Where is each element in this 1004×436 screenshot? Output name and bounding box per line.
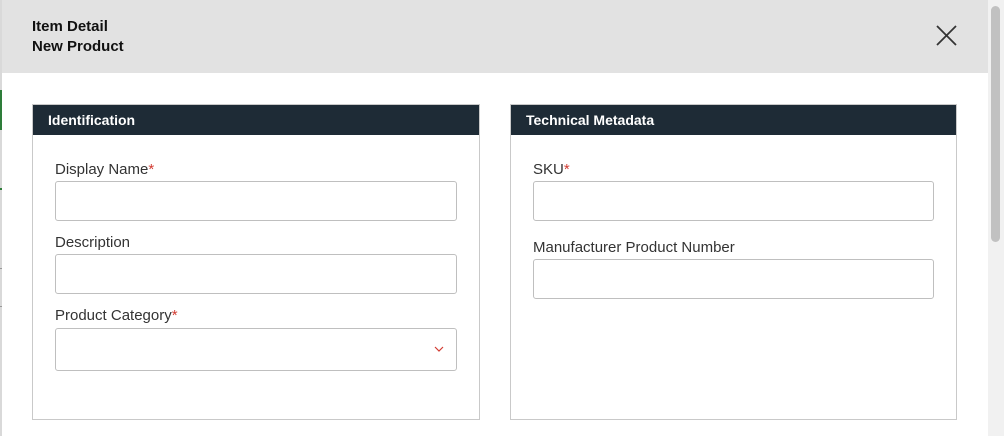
display-name-label: Display Name* (55, 161, 154, 178)
required-marker: * (563, 161, 570, 178)
manufacturer-product-number-input[interactable] (533, 259, 934, 299)
modal-subtitle: New Product (32, 38, 124, 55)
modal-title: Item Detail (32, 18, 108, 35)
close-icon (936, 25, 957, 46)
identification-panel: Identification Display Name* Description… (32, 104, 480, 420)
description-input[interactable] (55, 254, 457, 294)
modal-header: Item Detail New Product (2, 0, 988, 73)
display-name-input[interactable] (55, 181, 457, 221)
scrollbar-thumb[interactable] (991, 6, 1000, 242)
manufacturer-product-number-label: Manufacturer Product Number (533, 239, 735, 256)
required-marker: * (148, 161, 155, 178)
sku-label: SKU* (533, 161, 570, 178)
required-marker: * (171, 307, 178, 324)
sku-input[interactable] (533, 181, 934, 221)
product-category-label: Product Category* (55, 307, 178, 324)
description-label: Description (55, 234, 131, 251)
chevron-down-icon (434, 346, 444, 352)
item-detail-modal: Item Detail New Product Identification D… (2, 0, 988, 436)
product-category-select[interactable] (55, 328, 457, 371)
identification-heading: Identification (33, 105, 479, 135)
sku-label-text: SKU (533, 161, 564, 178)
technical-metadata-heading: Technical Metadata (511, 105, 956, 135)
close-button[interactable] (932, 22, 960, 50)
technical-metadata-panel: Technical Metadata SKU* Manufacturer Pro… (510, 104, 957, 420)
display-name-label-text: Display Name (55, 161, 149, 178)
product-category-label-text: Product Category (55, 307, 172, 324)
